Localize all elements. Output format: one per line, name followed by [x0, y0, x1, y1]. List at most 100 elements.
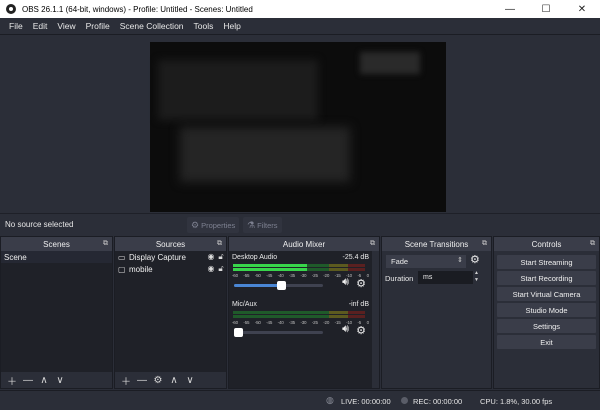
rec-time: REC: 00:00:00 — [413, 397, 463, 406]
duration-input[interactable]: ms — [418, 271, 473, 284]
rec-indicator-icon — [401, 397, 408, 404]
window-title: OBS 26.1.1 (64-bit, windows) - Profile: … — [22, 4, 253, 14]
eye-icon[interactable]: ◉ — [206, 252, 216, 262]
transitions-header: Scene Transitions ⧉ — [382, 237, 491, 251]
meter-tick: -25 — [311, 273, 318, 278]
remove-source-button[interactable]: — — [134, 373, 150, 387]
properties-label: Properties — [201, 220, 236, 230]
menu-profile[interactable]: Profile — [81, 21, 115, 31]
menu-scene-collection[interactable]: Scene Collection — [115, 21, 189, 31]
sources-footer: ＋ — ⚙ ∧ ∨ — [115, 372, 226, 388]
scenes-title: Scenes — [43, 239, 70, 249]
source-item[interactable]: ▢ mobile ◉ 🔓︎ — [115, 263, 226, 275]
close-button[interactable]: ✕ — [564, 0, 600, 18]
lock-icon[interactable]: 🔓︎ — [216, 264, 226, 274]
menu-file[interactable]: File — [4, 21, 28, 31]
source-item[interactable]: ▭ Display Capture ◉ 🔓︎ — [115, 251, 226, 263]
scene-item[interactable]: Scene — [1, 251, 112, 263]
scenes-dock: Scenes ⧉ Scene ＋ — ∧ ∨ — [0, 236, 113, 389]
start-recording-button[interactable]: Start Recording — [497, 271, 596, 285]
add-scene-button[interactable]: ＋ — [4, 373, 20, 388]
controls-title: Controls — [531, 239, 562, 249]
volume-slider[interactable] — [234, 328, 323, 337]
exit-button[interactable]: Exit — [497, 335, 596, 349]
source-item-label: Display Capture — [129, 252, 186, 262]
gear-icon[interactable]: ⚙ — [356, 324, 366, 337]
meter-tick: -30 — [300, 273, 307, 278]
meter-tick: -45 — [266, 273, 273, 278]
scenes-footer: ＋ — ∧ ∨ — [1, 372, 112, 388]
undock-icon[interactable]: ⧉ — [482, 240, 487, 248]
add-source-button[interactable]: ＋ — [118, 373, 134, 388]
volume-meter — [233, 311, 365, 314]
source-properties-button[interactable]: ⚙ — [150, 373, 166, 387]
filters-label: Filters — [257, 220, 278, 230]
mixer-scrollbar[interactable] — [372, 251, 379, 388]
title-bar: OBS 26.1.1 (64-bit, windows) - Profile: … — [0, 0, 600, 18]
menu-edit[interactable]: Edit — [28, 21, 53, 31]
live-indicator-icon: ◍ — [326, 395, 334, 405]
scenes-list: Scene — [1, 251, 112, 372]
start-virtual-camera-button[interactable]: Start Virtual Camera — [497, 287, 596, 301]
maximize-button[interactable]: ☐ — [528, 0, 564, 18]
undock-icon[interactable]: ⧉ — [370, 240, 375, 248]
source-status: No source selected — [5, 220, 74, 229]
meter-tick: -60 — [232, 273, 238, 278]
studio-mode-button[interactable]: Studio Mode — [497, 303, 596, 317]
volume-slider[interactable] — [234, 281, 323, 290]
menu-help[interactable]: Help — [218, 21, 245, 31]
move-up-button[interactable]: ∧ — [166, 373, 182, 387]
filter-icon: ⚗ — [247, 219, 256, 230]
menu-bar: File Edit View Profile Scene Collection … — [0, 18, 600, 35]
meter-level — [233, 268, 307, 271]
spin-arrows-icon: ⇕ — [457, 257, 463, 264]
start-streaming-button[interactable]: Start Streaming — [497, 255, 596, 269]
menu-view[interactable]: View — [52, 21, 80, 31]
channel-name: Mic/Aux — [232, 301, 257, 308]
monitor-icon: ▭ — [118, 252, 126, 262]
filters-button[interactable]: ⚗ Filters — [243, 217, 282, 233]
meter-tick: -30 — [300, 320, 307, 325]
meter-tick: -35 — [289, 273, 295, 278]
volume-knob[interactable] — [277, 281, 287, 290]
settings-button[interactable]: Settings — [497, 319, 596, 333]
meter-tick: -55 — [243, 320, 250, 325]
menu-tools[interactable]: Tools — [189, 21, 219, 31]
status-bar: ◍ LIVE: 00:00:00 REC: 00:00:00 CPU: 1.8%… — [0, 390, 600, 410]
undock-icon[interactable]: ⧉ — [103, 240, 108, 248]
undock-icon[interactable]: ⧉ — [590, 240, 595, 248]
obs-logo-icon — [6, 4, 16, 14]
volume-meter — [233, 315, 365, 318]
duration-stepper[interactable]: ▲ ▼ — [474, 270, 481, 284]
preview-canvas[interactable] — [150, 42, 446, 212]
meter-tick: -45 — [266, 320, 273, 325]
eye-icon[interactable]: ◉ — [206, 264, 216, 274]
speaker-icon[interactable]: 🔊︎ — [342, 323, 349, 336]
minimize-button[interactable]: — — [492, 0, 528, 18]
preview-area — [0, 35, 600, 213]
meter-tick: -40 — [277, 273, 284, 278]
move-down-button[interactable]: ∨ — [182, 373, 198, 387]
properties-button[interactable]: ⚙ Properties — [187, 217, 240, 233]
gear-icon[interactable]: ⚙ — [470, 253, 480, 266]
move-up-button[interactable]: ∧ — [36, 373, 52, 387]
undock-icon[interactable]: ⧉ — [217, 240, 222, 248]
source-item-label: mobile — [129, 264, 153, 274]
window-controls: — ☐ ✕ — [492, 0, 600, 18]
transition-select[interactable]: Fade ⇕ — [386, 255, 466, 268]
speaker-icon[interactable]: 🔊︎ — [342, 276, 349, 289]
lock-icon[interactable]: 🔓︎ — [216, 252, 226, 262]
move-down-button[interactable]: ∨ — [52, 373, 68, 387]
gear-icon[interactable]: ⚙ — [356, 277, 366, 290]
live-time: LIVE: 00:00:00 — [341, 397, 391, 406]
sources-header: Sources ⧉ — [115, 237, 226, 251]
controls-dock: Controls ⧉ Start Streaming Start Recordi… — [493, 236, 600, 389]
channel-name: Desktop Audio — [232, 254, 278, 261]
sources-list: ▭ Display Capture ◉ 🔓︎ ▢ mobile ◉ 🔓︎ — [115, 251, 226, 372]
volume-knob[interactable] — [234, 328, 243, 337]
channel-db: -25.4 dB — [342, 254, 369, 261]
meter-tick: -60 — [232, 320, 238, 325]
remove-scene-button[interactable]: — — [20, 373, 36, 387]
preview-content — [360, 52, 420, 74]
duration-value: ms — [423, 274, 433, 281]
